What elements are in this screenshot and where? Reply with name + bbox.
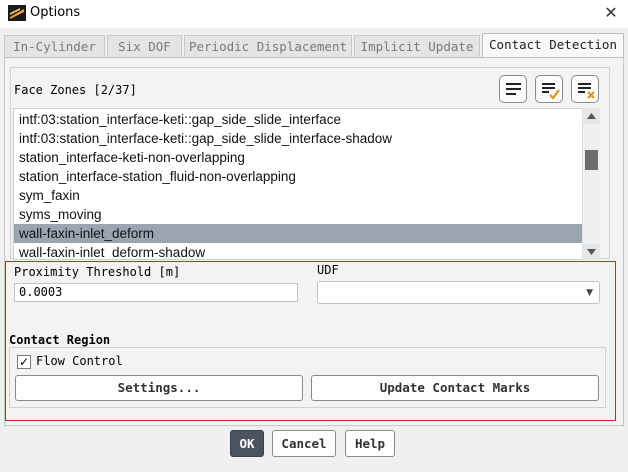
flow-control-checkbox[interactable]: ✓ xyxy=(17,355,31,369)
deselect-button[interactable] xyxy=(571,75,599,103)
proximity-threshold-label: Proximity Threshold [m] xyxy=(14,265,181,279)
tab-in-cylinder[interactable]: In-Cylinder xyxy=(4,35,105,57)
scroll-up-icon[interactable] xyxy=(583,108,600,124)
contact-region-label: Contact Region xyxy=(9,333,111,347)
udf-label: UDF xyxy=(317,263,339,277)
face-zones-label: Face Zones [2/37] xyxy=(14,83,137,97)
select-check-icon xyxy=(542,83,560,100)
face-zones-list[interactable]: intf:03:station_interface-keti::gap_side… xyxy=(13,108,599,260)
proximity-threshold-input[interactable]: 0.0003 xyxy=(14,283,298,302)
app-logo-icon xyxy=(8,5,26,21)
list-item[interactable]: intf:03:station_interface-keti::gap_side… xyxy=(14,110,582,129)
list-item[interactable]: wall-faxin-inlet_deform-shadow xyxy=(14,243,582,259)
tab-contact-detection[interactable]: Contact Detection xyxy=(482,33,624,58)
title-bar: Options ✕ xyxy=(0,0,628,28)
flow-control-label[interactable]: Flow Control xyxy=(36,354,123,368)
select-all-icon xyxy=(506,83,521,95)
tab-implicit-update[interactable]: Implicit Update xyxy=(354,35,480,57)
window-title: Options xyxy=(30,5,81,20)
scroll-down-icon[interactable] xyxy=(583,244,600,260)
dropdown-arrow-icon: ▼ xyxy=(586,288,593,298)
list-item[interactable]: station_interface-station_fluid-non-over… xyxy=(14,167,582,186)
tab-periodic-displacement[interactable]: Periodic Displacement xyxy=(184,35,352,57)
close-icon[interactable]: ✕ xyxy=(598,2,624,24)
help-button[interactable]: Help xyxy=(345,430,395,457)
list-item[interactable]: station_interface-keti-non-overlapping xyxy=(14,148,582,167)
list-scrollbar[interactable] xyxy=(582,108,600,260)
update-contact-marks-button[interactable]: Update Contact Marks xyxy=(311,375,599,401)
list-item-selected[interactable]: wall-faxin-inlet_deform xyxy=(14,224,582,243)
select-check-button[interactable] xyxy=(535,75,563,103)
tab-six-dof[interactable]: Six DOF xyxy=(107,35,182,57)
cancel-button[interactable]: Cancel xyxy=(272,430,336,457)
select-all-button[interactable] xyxy=(499,75,527,103)
settings-button[interactable]: Settings... xyxy=(15,375,303,401)
deselect-icon xyxy=(578,83,595,99)
list-item[interactable]: intf:03:station_interface-keti::gap_side… xyxy=(14,129,582,148)
scroll-thumb[interactable] xyxy=(585,150,598,170)
tab-bar: In-Cylinder Six DOF Periodic Displacemen… xyxy=(4,33,624,58)
ok-button[interactable]: OK xyxy=(230,430,264,457)
list-item[interactable]: sym_faxin xyxy=(14,186,582,205)
list-item[interactable]: syms_moving xyxy=(14,205,582,224)
udf-dropdown[interactable]: ▼ xyxy=(317,281,600,304)
